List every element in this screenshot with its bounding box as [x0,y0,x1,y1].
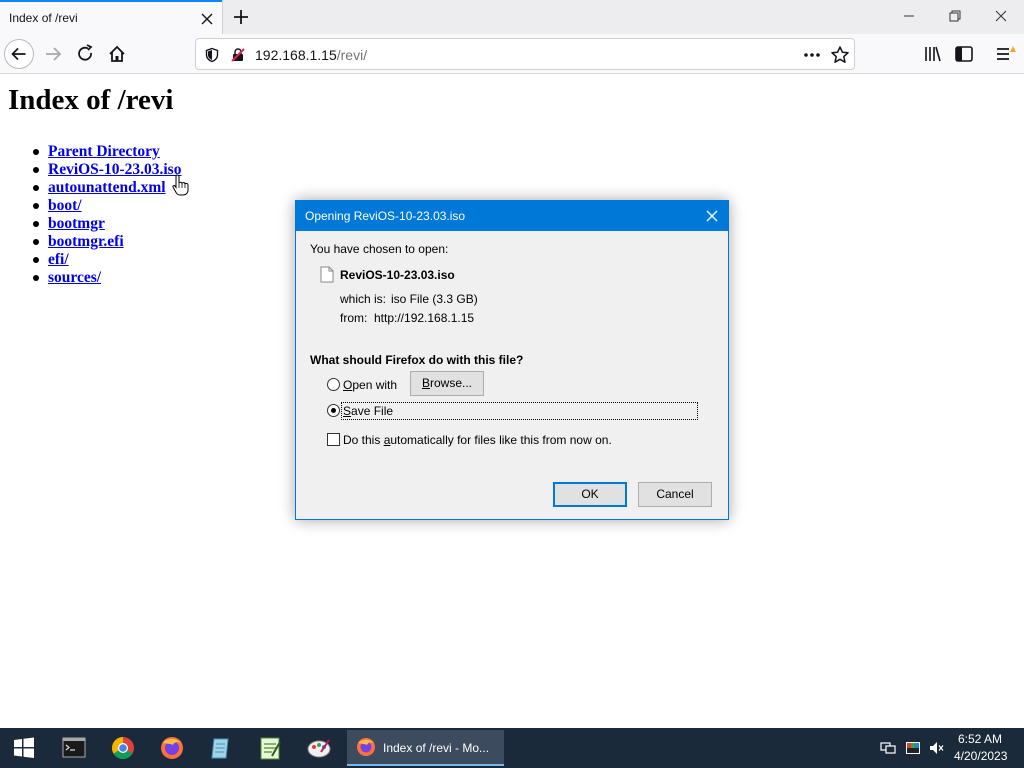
bookmark-star-icon[interactable] [830,45,850,65]
link-bootmgr-efi[interactable]: bootmgr.efi [48,233,124,250]
which-is-label: which is: [340,292,387,306]
navigation-toolbar: 192.168.1.15/revi/ [0,34,1024,74]
link-efi[interactable]: efi/ [48,251,69,268]
save-file-label[interactable]: Save File [343,404,393,418]
home-button[interactable] [102,39,132,69]
dialog-title: Opening ReviOS-10-23.03.iso [305,209,466,223]
browser-tab[interactable]: Index of /revi [0,0,222,34]
link-sources[interactable]: sources/ [48,269,101,286]
save-text: ave File [351,404,394,418]
auto-label[interactable]: Do this automatically for files like thi… [343,433,612,447]
tab-strip: Index of /revi [0,0,1024,34]
active-window-title: Index of /revi - Mo... [383,741,490,755]
link-bootmgr[interactable]: bootmgr [48,215,105,232]
paint-icon[interactable] [299,732,339,764]
url-text[interactable]: 192.168.1.15/revi/ [255,47,367,63]
dialog-close-icon[interactable] [700,206,724,226]
hand-cursor-icon [172,174,189,196]
tab-title: Index of /revi [9,11,78,25]
shield-icon[interactable] [204,47,220,63]
hamburger-menu-icon[interactable] [994,43,1016,65]
link-revios-iso[interactable]: ReviOS-10-23.03.iso [48,161,181,178]
taskbar-active-firefox-window[interactable]: Index of /revi - Mo... [347,730,504,766]
open-with-label[interactable]: Open with [343,378,397,392]
new-tab-icon[interactable] [230,6,252,28]
browse-button[interactable]: Browse... [410,371,484,396]
chrome-icon[interactable] [103,732,143,764]
auto-checkbox[interactable] [327,433,340,446]
list-item: autounattend.xml [32,179,181,197]
open-with-radio[interactable] [327,378,340,391]
save-file-focus-ring [341,402,698,420]
open-with-accel: O [343,378,353,392]
list-item: efi/ [32,251,181,269]
download-dialog: Opening ReviOS-10-23.03.iso You have cho… [295,200,729,520]
volume-muted-icon[interactable] [928,740,944,756]
page-actions-icon[interactable] [802,46,822,64]
notepad-icon[interactable] [201,732,241,764]
sidebar-icon[interactable] [953,43,975,65]
list-item: boot/ [32,197,181,215]
from-label: from: [340,311,368,325]
save-accel: S [343,404,352,418]
text-editor-icon[interactable] [250,732,290,764]
save-file-radio[interactable] [327,404,340,417]
firefox-window-icon [357,738,375,756]
link-autounattend-xml[interactable]: autounattend.xml [48,179,166,196]
list-item: bootmgr.efi [32,233,181,251]
command-prompt-icon[interactable] [54,732,94,764]
chosen-label: You have chosen to open: [310,242,449,256]
file-name: ReviOS-10-23.03.iso [340,268,455,282]
browse-accel: B [421,376,430,390]
network-icon[interactable] [880,740,896,756]
list-item: ReviOS-10-23.03.iso [32,161,181,179]
auto-text-pre: Do this [343,433,384,447]
cancel-button[interactable]: Cancel [638,482,712,507]
clock-date[interactable]: 4/20/2023 [954,749,1007,763]
link-boot[interactable]: boot/ [48,197,82,214]
insecure-lock-icon[interactable] [230,47,246,63]
page-title: Index of /revi [8,84,174,116]
minimize-window-icon[interactable] [886,0,932,32]
clock-time[interactable]: 6:52 AM [958,732,1002,746]
color-settings-icon[interactable] [905,740,921,756]
open-with-text: pen with [352,378,398,392]
taskbar: Index of /revi - Mo... 6:52 AM 4/20/2023 [0,728,1024,768]
file-type-value: iso File (3.3 GB) [391,292,478,306]
url-path: /revi/ [336,47,368,63]
url-host: 192.168.1.15 [255,47,337,63]
library-icon[interactable] [922,43,944,65]
action-question: What should Firefox do with this file? [310,353,524,367]
url-bar[interactable]: 192.168.1.15/revi/ [195,38,855,70]
forward-button[interactable] [38,39,68,69]
restore-window-icon[interactable] [932,0,978,32]
auto-text-rest: utomatically for files like this from no… [390,433,612,447]
windows-start-icon[interactable] [0,728,48,768]
firefox-icon[interactable] [152,732,192,764]
reload-button[interactable] [70,39,100,69]
link-parent-directory[interactable]: Parent Directory [48,143,160,160]
close-tab-icon[interactable] [198,10,216,28]
browse-text: rowse... [430,376,473,390]
back-button[interactable] [4,39,34,69]
dialog-titlebar[interactable]: Opening ReviOS-10-23.03.iso [296,201,728,231]
directory-list: Parent Directory ReviOS-10-23.03.iso aut… [32,143,181,287]
file-icon [320,266,334,283]
source-url-value: http://192.168.1.15 [374,311,475,325]
list-item: bootmgr [32,215,181,233]
list-item: sources/ [32,269,181,287]
ok-button[interactable]: OK [553,482,627,507]
list-item: Parent Directory [32,143,181,161]
close-window-icon[interactable] [978,0,1024,32]
